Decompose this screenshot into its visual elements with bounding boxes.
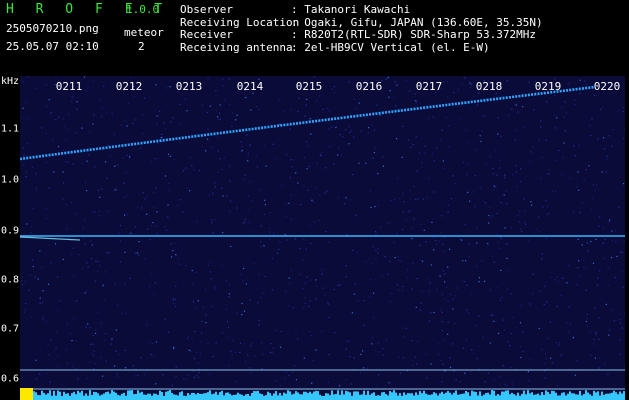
meteor-label: meteor: [124, 26, 164, 39]
x-tick-label: 0215: [295, 80, 323, 93]
y-tick-label: 0.9: [1, 225, 20, 237]
marker-block: [20, 388, 33, 400]
y-tick-label: 1.0: [1, 174, 20, 186]
receiver-value: : R820T2(RTL-SDR) SDR-Sharp 53.372MHz: [291, 28, 537, 42]
y-axis-unit: kHz: [1, 76, 20, 87]
station-info: Observer: Takanori Kawachi Receiving Loc…: [180, 3, 543, 54]
x-tick-label: 0212: [115, 80, 143, 93]
spectrogram-canvas: [20, 76, 625, 400]
x-tick-label: 0211: [55, 80, 83, 93]
image-filename: 2505070210.png: [6, 22, 99, 35]
y-tick-label: 0.8: [1, 274, 20, 286]
header-panel: H R O F F T 1.0.0 2505070210.png 25.05.0…: [0, 0, 629, 74]
x-tick-label: 0213: [175, 80, 203, 93]
app-version: 1.0.0: [126, 3, 160, 16]
y-tick-label: 0.7: [1, 323, 20, 335]
x-tick-label: 0218: [475, 80, 503, 93]
observer-value: : Takanori Kawachi: [291, 3, 411, 16]
antenna-label: Receiving antenna: [180, 40, 293, 54]
location-value: : Ogaki, Gifu, JAPAN (136.60E, 35.35N): [291, 15, 543, 29]
x-tick-label: 0219: [534, 80, 562, 93]
meteor-count: 2: [138, 40, 145, 53]
x-tick-label: 0220: [593, 80, 621, 93]
receiver-label: Receiver: [180, 28, 233, 42]
y-tick-label: 0.6: [1, 373, 20, 385]
timestamp: 25.05.07 02:10: [6, 40, 99, 53]
x-tick-label: 0216: [355, 80, 383, 93]
x-tick-label: 0214: [236, 80, 264, 93]
antenna-value: : 2el-HB9CV Vertical (el. E-W): [291, 40, 490, 54]
observer-label: Observer: [180, 3, 233, 16]
spectrogram-background: [20, 76, 625, 400]
x-tick-label: 0217: [415, 80, 443, 93]
y-tick-label: 1.1: [1, 123, 20, 135]
